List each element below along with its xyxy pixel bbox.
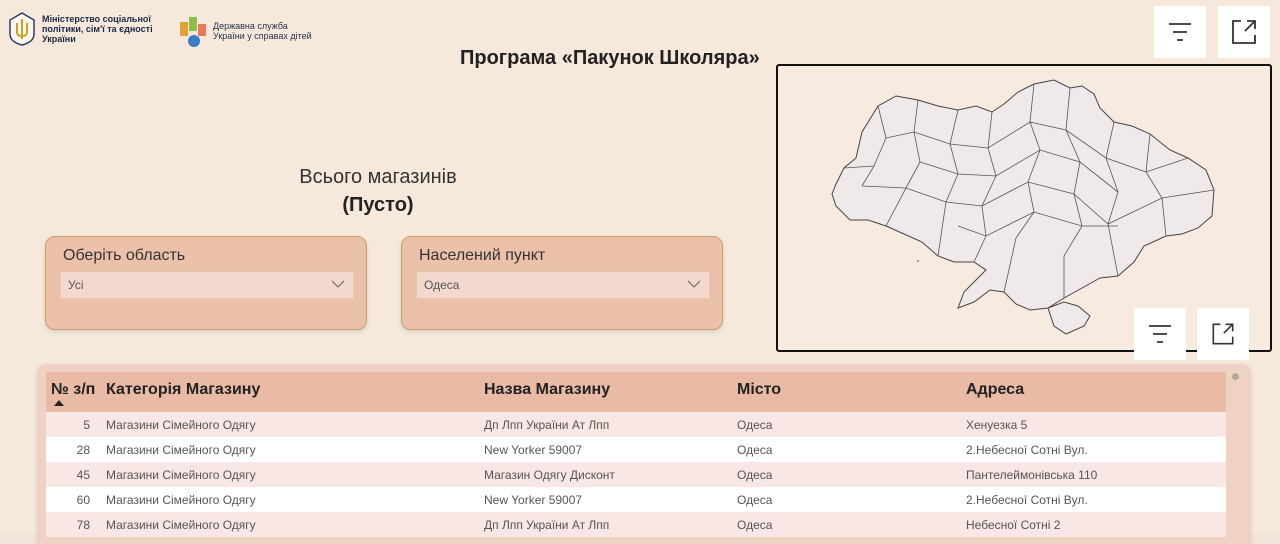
cell-number: 28	[76, 443, 90, 457]
cell-address: Хенуезка 5	[966, 418, 1028, 432]
expand-button[interactable]	[1218, 6, 1270, 58]
cell-number: 5	[83, 418, 90, 432]
agency-mark-icon	[180, 17, 206, 47]
chevron-down-icon	[687, 280, 701, 288]
cell-store-name: Дп Лпп України Ат Лпп	[484, 518, 610, 532]
chevron-down-icon	[331, 280, 345, 288]
table-row[interactable]: 60 Магазини Сімейного Одягу New Yorker 5…	[46, 487, 1226, 512]
settlement-slicer-label: Населений пункт	[419, 247, 546, 264]
region-dropdown-value: Усі	[68, 278, 84, 292]
sort-ascending-icon	[54, 400, 64, 406]
settlement-dropdown-value: Одеса	[424, 278, 460, 292]
cell-city: Одеса	[737, 418, 773, 432]
table-header: № з/п Категорія Магазину Назва Магазину …	[46, 372, 1226, 412]
ministry-name: Міністерство соціальної політики, сім'ї …	[42, 14, 153, 44]
map-filter-button[interactable]	[1134, 308, 1186, 360]
cell-city: Одеса	[737, 468, 773, 482]
dashboard-page: Міністерство соціальної політики, сім'ї …	[0, 0, 1280, 544]
region-dropdown[interactable]: Усі	[60, 271, 354, 299]
cell-category: Магазини Сімейного Одягу	[106, 468, 256, 482]
settlement-dropdown[interactable]: Одеса	[416, 271, 710, 299]
trident-crest-icon	[9, 12, 35, 46]
column-header-address[interactable]: Адреса	[966, 381, 1024, 399]
expand-icon	[1212, 323, 1234, 345]
table-row[interactable]: 45 Магазини Сімейного Одягу Магазин Одяг…	[46, 462, 1226, 487]
column-header-number[interactable]: № з/п	[51, 381, 95, 399]
table-row[interactable]: 5 Магазини Сімейного Одягу Дп Лпп Україн…	[46, 412, 1226, 437]
cell-address: Небесної Сотні 2	[966, 518, 1061, 532]
ministry-logo: Міністерство соціальної політики, сім'ї …	[8, 12, 162, 46]
cell-store-name: Дп Лпп України Ат Лпп	[484, 418, 610, 432]
region-slicer: Оберіть область Усі	[45, 236, 367, 330]
filter-icon	[1149, 325, 1171, 343]
cell-store-name: New Yorker 59007	[484, 443, 583, 457]
filter-button[interactable]	[1154, 6, 1206, 58]
settlement-slicer: Населений пункт Одеса	[401, 236, 723, 330]
cell-category: Магазини Сімейного Одягу	[106, 443, 256, 457]
table-row[interactable]: 28 Магазини Сімейного Одягу New Yorker 5…	[46, 437, 1226, 462]
column-header-city[interactable]: Місто	[737, 381, 781, 399]
region-slicer-label: Оберіть область	[63, 247, 186, 264]
cell-category: Магазини Сімейного Одягу	[106, 518, 256, 532]
total-stores-value: (Пусто)	[342, 194, 414, 216]
cell-city: Одеса	[737, 443, 773, 457]
cell-city: Одеса	[737, 518, 773, 532]
cell-address: 2.Небесної Сотні Вул.	[966, 443, 1088, 457]
table-row[interactable]: 78 Магазини Сімейного Одягу Дп Лпп Украї…	[46, 512, 1226, 537]
cell-category: Магазини Сімейного Одягу	[106, 493, 256, 507]
table-scrollbar[interactable]	[1232, 373, 1239, 380]
cell-address: 2.Небесної Сотні Вул.	[966, 493, 1088, 507]
page-title: Програма «Пакунок Школяра»	[460, 47, 760, 69]
cell-number: 60	[76, 493, 90, 507]
cell-store-name: New Yorker 59007	[484, 493, 583, 507]
agency-logo: Державна служба України у справах дітей	[178, 14, 313, 48]
cell-city: Одеса	[737, 493, 773, 507]
filter-icon	[1169, 23, 1191, 41]
cell-number: 78	[76, 518, 90, 532]
cell-category: Магазини Сімейного Одягу	[106, 418, 256, 432]
cell-number: 45	[76, 468, 90, 482]
expand-icon	[1232, 20, 1256, 44]
agency-name: Державна служба України у справах дітей	[213, 21, 312, 41]
column-header-store-name[interactable]: Назва Магазину	[484, 381, 610, 399]
cell-store-name: Магазин Одягу Дисконт	[484, 468, 615, 482]
total-stores-label: Всього магазинів	[299, 166, 457, 188]
stores-table: № з/п Категорія Магазину Назва Магазину …	[37, 364, 1251, 544]
map-expand-button[interactable]	[1197, 308, 1249, 360]
cell-address: Пантелеймонівська 110	[966, 468, 1098, 482]
column-header-category[interactable]: Категорія Магазину	[106, 381, 260, 399]
